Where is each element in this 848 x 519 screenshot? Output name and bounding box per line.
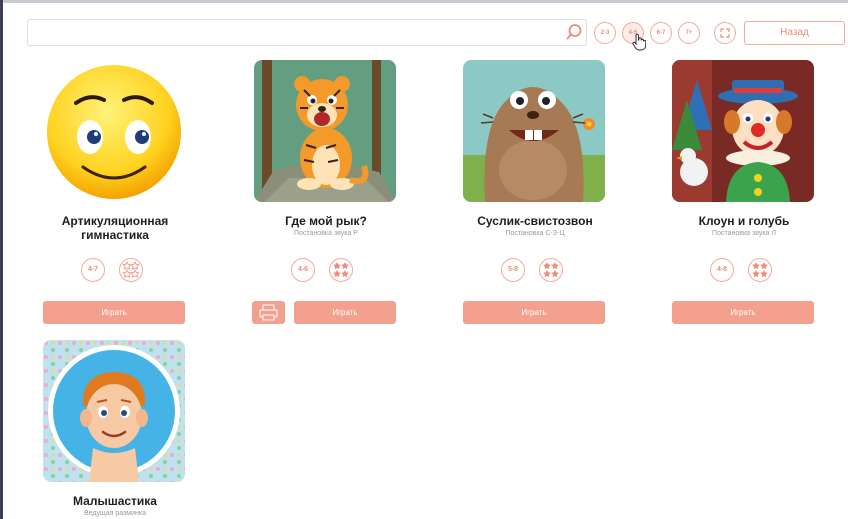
back-button[interactable]: Назад bbox=[744, 21, 845, 45]
game-thumbnail[interactable] bbox=[43, 60, 185, 202]
play-button[interactable]: Играть bbox=[43, 301, 185, 324]
search-input[interactable] bbox=[27, 19, 587, 46]
age-badge: 5-8 bbox=[501, 258, 525, 282]
game-thumbnail[interactable] bbox=[672, 60, 814, 202]
game-title: Где мой рык? bbox=[285, 214, 367, 228]
print-button[interactable] bbox=[252, 301, 285, 324]
window-left-border bbox=[0, 0, 3, 519]
fullscreen-button[interactable] bbox=[714, 22, 736, 44]
game-thumbnail[interactable] bbox=[254, 60, 396, 202]
game-thumbnail[interactable] bbox=[43, 340, 185, 482]
printer-icon bbox=[259, 304, 278, 321]
play-button[interactable]: Играть bbox=[672, 301, 814, 324]
game-title: Суслик-свистозвон bbox=[477, 214, 593, 228]
game-thumbnail[interactable] bbox=[463, 60, 605, 202]
difficulty-badge bbox=[119, 258, 143, 282]
game-subtitle: Ведущая разминка bbox=[84, 510, 146, 517]
difficulty-badge bbox=[748, 258, 772, 282]
clown-illustration bbox=[672, 60, 814, 202]
age-badge: 4-6 bbox=[291, 258, 315, 282]
game-title: Малышастика bbox=[73, 494, 157, 508]
hand-cursor-icon bbox=[632, 33, 646, 51]
age-filter-6-7[interactable]: 6-7 bbox=[650, 22, 672, 44]
game-title: Клоун и голубь bbox=[698, 214, 790, 228]
filled-stars-icon bbox=[752, 262, 768, 278]
smiley-face-icon bbox=[47, 65, 181, 199]
age-filter-7-plus[interactable]: 7+ bbox=[678, 22, 700, 44]
play-button[interactable]: Играть bbox=[463, 301, 605, 324]
age-filter-2-3[interactable]: 2-3 bbox=[594, 22, 616, 44]
outline-stars-icon bbox=[122, 261, 140, 278]
game-subtitle: Постановка С-З-Ц bbox=[505, 230, 565, 237]
game-title: Артикуляционная гимнастика bbox=[61, 214, 169, 242]
age-badge: 4-7 bbox=[81, 258, 105, 282]
filled-stars-icon bbox=[333, 262, 349, 278]
boy-illustration bbox=[43, 340, 185, 482]
filled-stars-icon bbox=[543, 262, 559, 278]
fullscreen-icon bbox=[720, 28, 730, 38]
difficulty-badge bbox=[539, 258, 563, 282]
age-badge: 4-8 bbox=[710, 258, 734, 282]
window-top-border bbox=[0, 0, 848, 3]
tiger-illustration bbox=[254, 60, 396, 202]
gopher-illustration bbox=[463, 60, 605, 202]
game-subtitle: Постановка звука Л bbox=[712, 230, 776, 237]
play-button[interactable]: Играть bbox=[294, 301, 396, 324]
difficulty-badge bbox=[329, 258, 353, 282]
game-subtitle: Постановка звука Р bbox=[294, 230, 358, 237]
search-icon[interactable] bbox=[565, 23, 583, 41]
